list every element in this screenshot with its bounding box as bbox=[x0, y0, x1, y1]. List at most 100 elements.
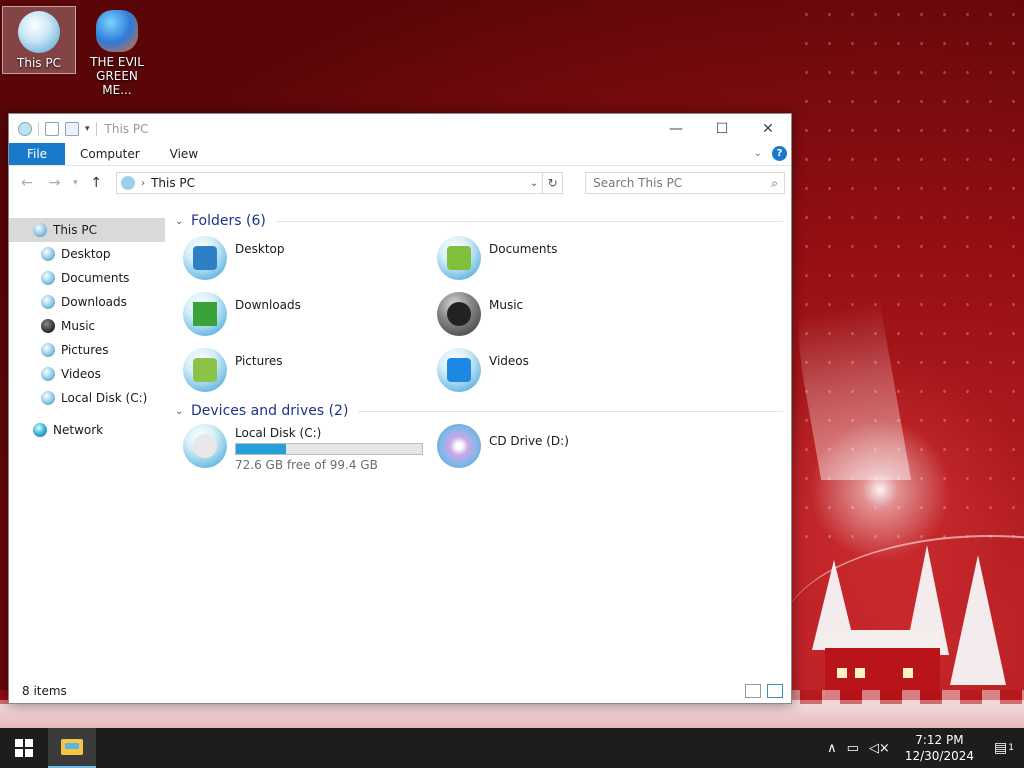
drive-usage-bar bbox=[235, 443, 423, 455]
customize-qat-icon[interactable]: ▾ bbox=[85, 124, 90, 134]
hard-drive-icon bbox=[41, 391, 55, 405]
expand-ribbon-icon[interactable]: ⌄ bbox=[754, 148, 762, 159]
folders-group-header[interactable]: ⌄ Folders (6) bbox=[175, 210, 791, 232]
sidebar-item-documents[interactable]: Documents bbox=[9, 266, 165, 290]
desktop-icon bbox=[41, 247, 55, 261]
new-folder-icon[interactable] bbox=[65, 121, 79, 136]
action-center-button[interactable]: ▤ 1 bbox=[984, 740, 1024, 756]
sidebar-item-label: Videos bbox=[61, 367, 101, 381]
address-bar[interactable]: › This PC ⌄ ↻ bbox=[116, 172, 564, 194]
up-button[interactable]: ↑ bbox=[84, 175, 108, 191]
downloads-folder-icon bbox=[183, 292, 227, 336]
drive-free-space: 72.6 GB free of 99.4 GB bbox=[235, 458, 378, 472]
downloads-icon bbox=[41, 295, 55, 309]
item-count: 8 items bbox=[22, 684, 67, 698]
maximize-button[interactable]: ☐ bbox=[699, 114, 745, 143]
title-bar[interactable]: ▾ This PC — ☐ ✕ bbox=[9, 114, 791, 143]
sidebar-item-label: Downloads bbox=[61, 295, 127, 309]
sidebar-item-this-pc[interactable]: This PC bbox=[9, 218, 165, 242]
desktop-folder-icon bbox=[183, 236, 227, 280]
tab-file[interactable]: File bbox=[9, 143, 65, 165]
details-view-icon[interactable] bbox=[745, 684, 761, 698]
desktop-icon-this-pc[interactable]: This PC bbox=[2, 6, 76, 74]
recent-locations-button[interactable]: ▾ bbox=[70, 178, 80, 188]
breadcrumb[interactable]: This PC bbox=[151, 176, 195, 190]
tab-computer[interactable]: Computer bbox=[65, 143, 155, 165]
folders-grid: Desktop Documents Downloads Music Pictur… bbox=[175, 232, 791, 400]
this-pc-app-icon[interactable] bbox=[18, 121, 32, 136]
folder-tile-downloads[interactable]: Downloads bbox=[175, 288, 429, 344]
sidebar-item-desktop[interactable]: Desktop bbox=[9, 242, 165, 266]
desktop-icon-evil-green[interactable]: THE EVIL GREEN ME... bbox=[80, 6, 154, 97]
computer-icon bbox=[18, 11, 60, 53]
group-title: Folders (6) bbox=[191, 213, 266, 229]
chevron-down-icon[interactable]: ⌄ bbox=[175, 216, 191, 227]
folder-tile-videos[interactable]: Videos bbox=[429, 344, 683, 400]
status-bar: 8 items bbox=[9, 679, 791, 703]
sidebar-item-network[interactable]: Network bbox=[9, 418, 165, 442]
sidebar-item-label: Pictures bbox=[61, 343, 109, 357]
music-icon bbox=[41, 319, 55, 333]
taskbar-file-explorer[interactable] bbox=[48, 728, 96, 768]
window-title: This PC bbox=[104, 121, 149, 136]
drive-label: CD Drive (D:) bbox=[489, 434, 569, 448]
drive-label: Local Disk (C:) bbox=[235, 426, 322, 440]
tab-view[interactable]: View bbox=[155, 143, 213, 165]
file-explorer-window: ▾ This PC — ☐ ✕ File Computer View ⌄ ? ←… bbox=[8, 113, 792, 704]
sidebar-item-local-disk[interactable]: Local Disk (C:) bbox=[9, 386, 165, 410]
back-button[interactable]: ← bbox=[15, 175, 39, 191]
music-folder-icon bbox=[437, 292, 481, 336]
folder-tile-documents[interactable]: Documents bbox=[429, 232, 683, 288]
large-icons-view-icon[interactable] bbox=[767, 684, 783, 698]
breadcrumb-separator-icon[interactable]: › bbox=[141, 178, 145, 189]
hard-drive-icon bbox=[183, 424, 227, 468]
system-tray: ∧ ▭ ◁× 7:12 PM 12/30/2024 ▤ 1 bbox=[822, 728, 1024, 768]
notification-icon: ▤ bbox=[994, 740, 1008, 756]
folder-tile-music[interactable]: Music bbox=[429, 288, 683, 344]
group-title: Devices and drives (2) bbox=[191, 403, 349, 419]
taskbar: ∧ ▭ ◁× 7:12 PM 12/30/2024 ▤ 1 bbox=[0, 728, 1024, 768]
start-button[interactable] bbox=[0, 728, 48, 768]
people-shortcut-icon bbox=[96, 10, 138, 52]
minimize-button[interactable]: — bbox=[653, 114, 699, 143]
search-input[interactable]: Search This PC ⌕ bbox=[585, 172, 785, 194]
refresh-icon[interactable]: ↻ bbox=[542, 173, 562, 193]
address-dropdown-icon[interactable]: ⌄ bbox=[530, 178, 538, 189]
network-icon bbox=[33, 423, 47, 437]
sidebar-item-downloads[interactable]: Downloads bbox=[9, 290, 165, 314]
sidebar-item-label: Desktop bbox=[61, 247, 111, 261]
sidebar-item-label: This PC bbox=[53, 223, 97, 237]
sidebar-item-pictures[interactable]: Pictures bbox=[9, 338, 165, 362]
videos-folder-icon bbox=[437, 348, 481, 392]
volume-muted-icon[interactable]: ◁× bbox=[864, 741, 895, 756]
folder-label: Downloads bbox=[235, 298, 301, 312]
sidebar-item-videos[interactable]: Videos bbox=[9, 362, 165, 386]
sidebar-item-label: Music bbox=[61, 319, 96, 333]
videos-icon bbox=[41, 367, 55, 381]
documents-icon bbox=[41, 271, 55, 285]
content-pane: ⌄ Folders (6) Desktop Documents Download… bbox=[165, 200, 791, 685]
chevron-down-icon[interactable]: ⌄ bbox=[175, 406, 191, 417]
file-explorer-icon bbox=[61, 739, 83, 755]
drives-group-header[interactable]: ⌄ Devices and drives (2) bbox=[175, 400, 791, 422]
ribbon-tabs: File Computer View ⌄ ? bbox=[9, 143, 791, 166]
show-hidden-icons-icon[interactable]: ∧ bbox=[822, 741, 842, 756]
sidebar-item-music[interactable]: Music bbox=[9, 314, 165, 338]
folder-tile-pictures[interactable]: Pictures bbox=[175, 344, 429, 400]
drive-tile-cd-drive[interactable]: CD Drive (D:) bbox=[429, 422, 683, 478]
desktop-icon-label: This PC bbox=[17, 56, 61, 70]
drive-tile-local-disk[interactable]: Local Disk (C:) 72.6 GB free of 99.4 GB bbox=[175, 422, 429, 478]
clock-date: 12/30/2024 bbox=[904, 749, 974, 763]
forward-button[interactable]: → bbox=[43, 175, 67, 191]
help-icon[interactable]: ? bbox=[772, 146, 787, 161]
properties-icon[interactable] bbox=[45, 121, 59, 136]
clock[interactable]: 7:12 PM 12/30/2024 bbox=[895, 732, 984, 764]
folder-tile-desktop[interactable]: Desktop bbox=[175, 232, 429, 288]
folder-label: Pictures bbox=[235, 354, 283, 368]
close-button[interactable]: ✕ bbox=[745, 114, 791, 143]
pictures-folder-icon bbox=[183, 348, 227, 392]
search-icon: ⌕ bbox=[771, 175, 778, 190]
network-status-icon[interactable]: ▭ bbox=[842, 741, 864, 756]
clock-time: 7:12 PM bbox=[915, 733, 964, 747]
quick-access-toolbar: ▾ bbox=[9, 121, 97, 136]
